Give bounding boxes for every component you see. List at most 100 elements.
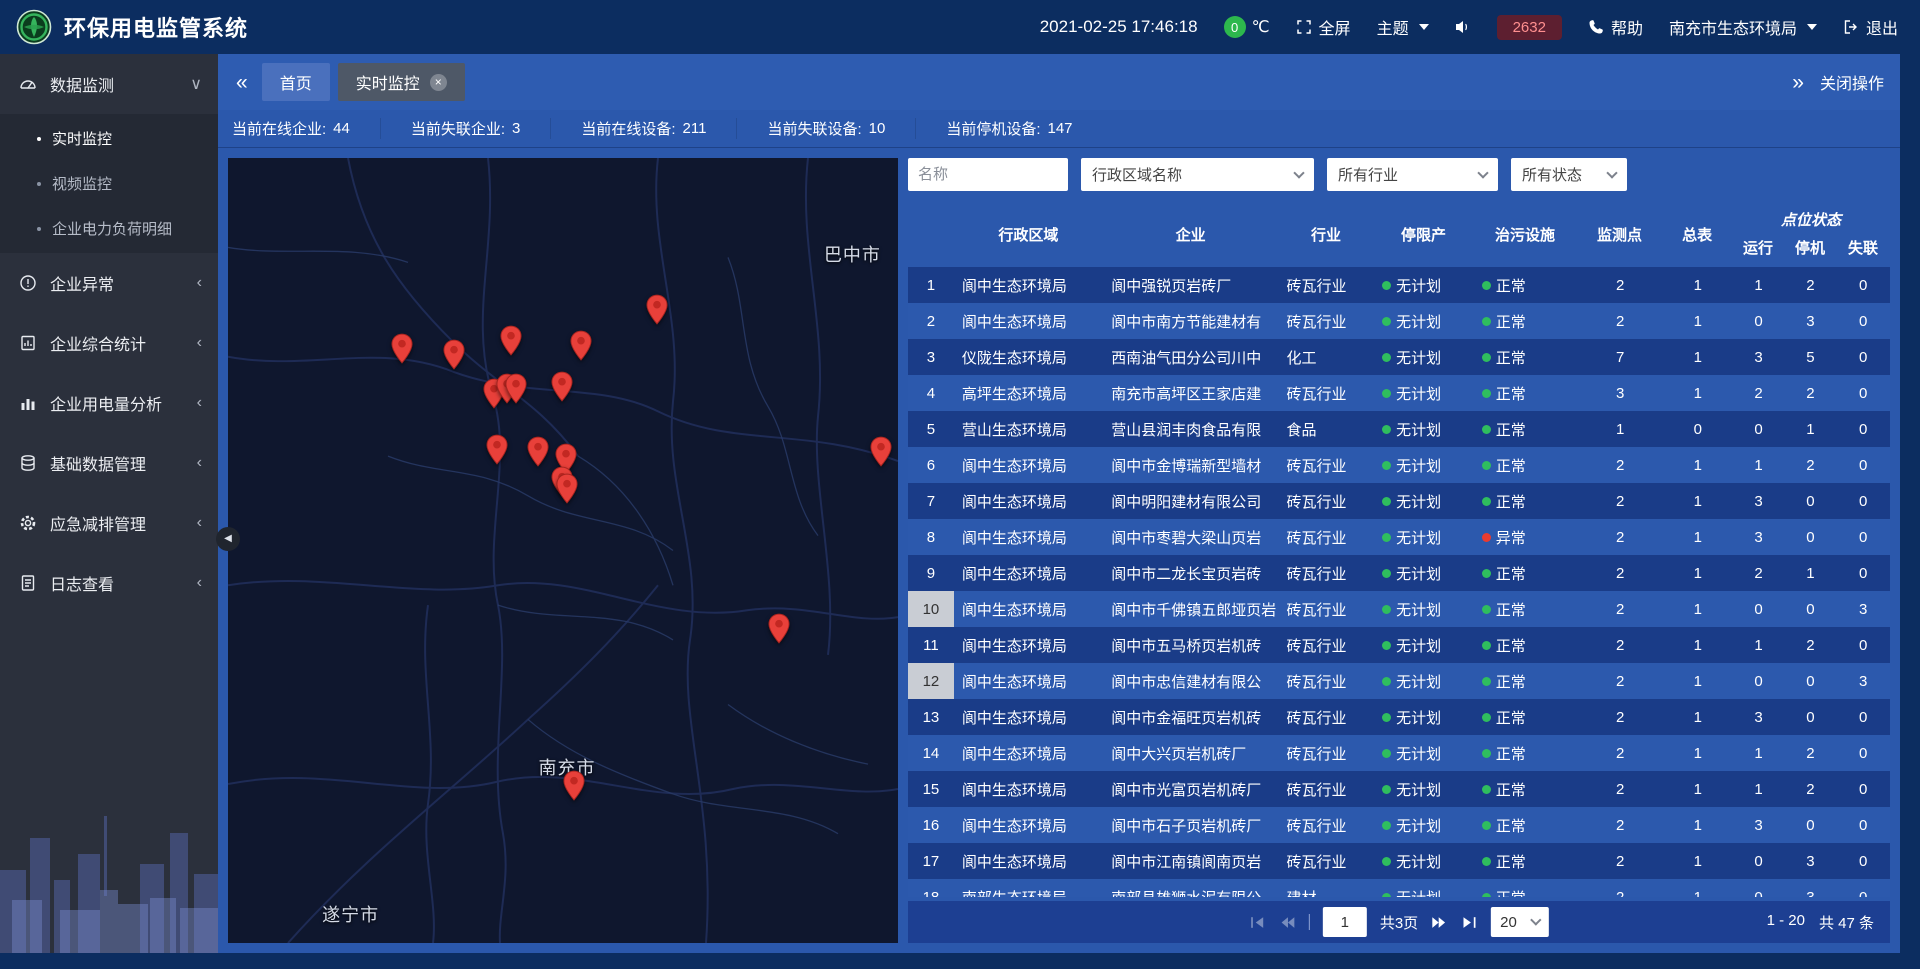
sidebar-section-5[interactable]: 应急减排管理‹ xyxy=(0,493,218,553)
map-pin[interactable] xyxy=(570,330,593,361)
meters-cell: 1 xyxy=(1663,663,1733,699)
page-number-input[interactable] xyxy=(1323,907,1367,937)
table-row[interactable]: 10阆中生态环境局阆中市千佛镇五郎垭页岩砖瓦行业无计划正常21003 xyxy=(908,591,1890,627)
table-row[interactable]: 15阆中生态环境局阆中市光富页岩机砖厂砖瓦行业无计划正常21120 xyxy=(908,771,1890,807)
fullscreen-button[interactable]: 全屏 xyxy=(1296,15,1351,39)
sidebar-section-1[interactable]: 企业异常‹ xyxy=(0,253,218,313)
facility-status-text: 正常 xyxy=(1496,383,1526,404)
name-filter-input[interactable] xyxy=(908,158,1068,191)
double-left-icon xyxy=(1279,914,1296,931)
map-pin[interactable] xyxy=(869,436,892,467)
limit-status-text: 无计划 xyxy=(1396,635,1441,656)
industry-cell: 建材 xyxy=(1279,879,1375,897)
tabs-scroll-right-icon[interactable]: » xyxy=(1790,72,1806,93)
status-filter-select[interactable]: 所有状态 xyxy=(1511,158,1627,191)
points-cell: 3 xyxy=(1577,375,1663,411)
table-row[interactable]: 18南部生态环境局南部县雄狮水泥有限公建材无计划正常21030 xyxy=(908,879,1890,897)
table-row[interactable]: 7阆中生态环境局阆中明阳建材有限公司砖瓦行业无计划正常21300 xyxy=(908,483,1890,519)
region-cell: 阆中生态环境局 xyxy=(954,843,1103,879)
sidebar-section-6[interactable]: 日志查看‹ xyxy=(0,553,218,613)
region-cell: 高坪生态环境局 xyxy=(954,375,1103,411)
table-row[interactable]: 4高坪生态环境局南充市高坪区王家店建砖瓦行业无计划正常31220 xyxy=(908,375,1890,411)
temperature: 0 ℃ xyxy=(1224,16,1270,38)
theme-dropdown[interactable]: 主题 xyxy=(1377,15,1429,39)
sidebar-item-1[interactable]: 视频监控 xyxy=(0,161,218,206)
help-button[interactable]: 帮助 xyxy=(1588,15,1643,39)
page-size-select[interactable]: 20 xyxy=(1491,907,1549,937)
lost-cell: 0 xyxy=(1836,699,1890,735)
stop-cell: 0 xyxy=(1784,699,1836,735)
table-row[interactable]: 6阆中生态环境局阆中市金博瑞新型墙材砖瓦行业无计划正常21120 xyxy=(908,447,1890,483)
sidebar-section-2[interactable]: 企业综合统计‹ xyxy=(0,313,218,373)
table-row[interactable]: 13阆中生态环境局阆中市金福旺页岩机砖砖瓦行业无计划正常21300 xyxy=(908,699,1890,735)
close-icon[interactable]: × xyxy=(430,74,447,91)
org-dropdown[interactable]: 南充市生态环境局 xyxy=(1669,15,1817,39)
table-row[interactable]: 2阆中生态环境局阆中市南方节能建材有砖瓦行业无计划正常21030 xyxy=(908,303,1890,339)
sidebar-item-0[interactable]: 实时监控 xyxy=(0,116,218,161)
meters-column-header: 总表 xyxy=(1662,201,1732,267)
table-row[interactable]: 12阆中生态环境局阆中市忠信建材有限公砖瓦行业无计划正常21003 xyxy=(908,663,1890,699)
map-pin[interactable] xyxy=(562,770,585,801)
limit-status-cell: 无计划 xyxy=(1374,591,1474,627)
region-cell: 阆中生态环境局 xyxy=(954,519,1103,555)
map-pin[interactable] xyxy=(499,325,522,356)
map-pin[interactable] xyxy=(551,371,574,402)
map-pin[interactable] xyxy=(645,294,668,325)
status-dot-icon xyxy=(1482,533,1491,542)
region-cell: 营山生态环境局 xyxy=(954,411,1103,447)
tabs-scroll-left-icon[interactable]: « xyxy=(234,72,250,93)
region-filter-select[interactable]: 行政区域名称 xyxy=(1081,158,1314,191)
table-row[interactable]: 5营山生态环境局营山县润丰肉食品有限食品无计划正常10010 xyxy=(908,411,1890,447)
table-row[interactable]: 14阆中生态环境局阆中大兴页岩机砖厂砖瓦行业无计划正常21120 xyxy=(908,735,1890,771)
tab-0[interactable]: 首页 xyxy=(262,63,330,101)
map-pin[interactable] xyxy=(527,436,550,467)
map[interactable]: 巴中市南充市遂宁市 ◀ xyxy=(228,158,898,943)
map-pin[interactable] xyxy=(391,333,414,364)
sidebar-submenu: 实时监控视频监控企业电力负荷明细 xyxy=(0,114,218,253)
sidebar-item-2[interactable]: 企业电力负荷明细 xyxy=(0,206,218,251)
map-pin[interactable] xyxy=(505,373,528,404)
map-pin[interactable] xyxy=(768,613,791,644)
next-page-button[interactable] xyxy=(1431,914,1448,931)
map-pin[interactable] xyxy=(443,339,466,370)
help-label: 帮助 xyxy=(1611,15,1643,39)
stat-value: 3 xyxy=(512,120,520,137)
sound-button[interactable] xyxy=(1455,19,1471,35)
status-dot-icon xyxy=(1382,785,1391,794)
stat-label: 当前失联设备: xyxy=(767,118,861,139)
table-row[interactable]: 17阆中生态环境局阆中市江南镇阆南页岩砖瓦行业无计划正常21030 xyxy=(908,843,1890,879)
row-index-cell: 14 xyxy=(908,735,954,771)
sidebar-section-3[interactable]: 企业用电量分析‹ xyxy=(0,373,218,433)
status-dot-icon xyxy=(1482,569,1491,578)
prev-page-button[interactable] xyxy=(1279,914,1296,931)
sidebar-section-0[interactable]: 数据监测∨ xyxy=(0,54,218,114)
region-cell: 阆中生态环境局 xyxy=(954,447,1103,483)
company-cell: 阆中市忠信建材有限公 xyxy=(1103,663,1278,699)
table-row[interactable]: 9阆中生态环境局阆中市二龙长宝页岩砖砖瓦行业无计划正常21210 xyxy=(908,555,1890,591)
sidebar-section-4[interactable]: 基础数据管理‹ xyxy=(0,433,218,493)
table-row[interactable]: 8阆中生态环境局阆中市枣碧大梁山页岩砖瓦行业无计划异常21300 xyxy=(908,519,1890,555)
lost-cell: 3 xyxy=(1836,591,1890,627)
table-row[interactable]: 1阆中生态环境局阆中强锐页岩砖厂砖瓦行业无计划正常21120 xyxy=(908,267,1890,303)
table-row[interactable]: 16阆中生态环境局阆中市石子页岩机砖厂砖瓦行业无计划正常21300 xyxy=(908,807,1890,843)
map-pin[interactable] xyxy=(486,434,509,465)
industry-cell: 砖瓦行业 xyxy=(1279,699,1375,735)
run-cell: 3 xyxy=(1733,807,1785,843)
close-operations-button[interactable]: 关闭操作 xyxy=(1820,70,1884,94)
logout-button[interactable]: 退出 xyxy=(1843,15,1898,39)
industry-filter-select[interactable]: 所有行业 xyxy=(1327,158,1498,191)
stop-cell: 2 xyxy=(1784,267,1836,303)
map-collapse-button[interactable]: ◀ xyxy=(216,527,240,551)
table-row[interactable]: 3仪陇生态环境局西南油气田分公司川中化工无计划正常71350 xyxy=(908,339,1890,375)
run-cell: 0 xyxy=(1733,879,1785,897)
chevron-down-icon xyxy=(1807,24,1817,30)
map-pin[interactable] xyxy=(556,473,579,504)
row-index-cell: 16 xyxy=(908,807,954,843)
table-row[interactable]: 11阆中生态环境局阆中市五马桥页岩机砖砖瓦行业无计划正常21120 xyxy=(908,627,1890,663)
first-page-button[interactable] xyxy=(1249,914,1266,931)
last-page-button[interactable] xyxy=(1461,914,1478,931)
alert-count-badge[interactable]: 2632 xyxy=(1497,15,1562,40)
tab-1[interactable]: 实时监控× xyxy=(338,63,465,101)
points-cell: 2 xyxy=(1577,591,1663,627)
filters-bar: 行政区域名称 所有行业 所有状态 xyxy=(908,158,1890,191)
